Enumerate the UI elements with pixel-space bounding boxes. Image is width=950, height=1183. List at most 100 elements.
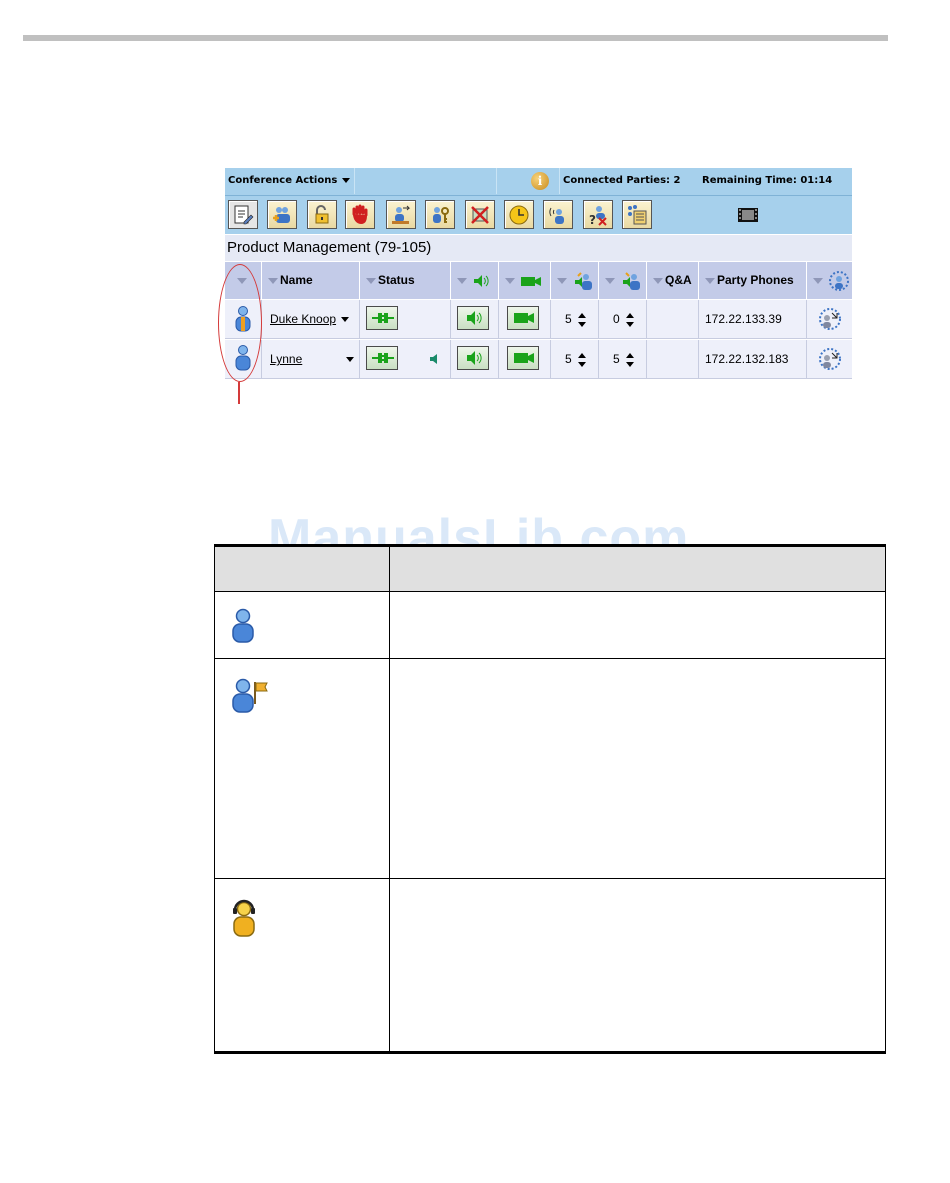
connected-plug-icon (372, 353, 394, 363)
add-participants-icon (273, 207, 290, 223)
stop-hand-icon (352, 204, 368, 224)
participants-table-header: Name Status Q&A Party Phones (225, 262, 852, 299)
column-status[interactable]: Status (360, 262, 451, 299)
table-border (885, 544, 886, 1054)
audio-cell (451, 300, 499, 338)
video-camera-icon (514, 313, 534, 323)
lock-icon (315, 205, 329, 224)
listen-volume-cell[interactable]: 5 (551, 300, 599, 338)
column-broadcast-volume[interactable] (599, 262, 647, 299)
column-name[interactable]: Name (262, 262, 360, 299)
participant-layout-icon[interactable] (818, 307, 842, 331)
sort-icon (366, 277, 376, 284)
conference-actions-label: Conference Actions (228, 175, 338, 186)
action-bar-blank (355, 168, 497, 194)
operator-headset-icon (233, 899, 255, 937)
column-listen-volume[interactable] (551, 262, 599, 299)
conference-action-bar: Conference Actions i Connected Parties: … (225, 168, 852, 196)
chevron-down-icon[interactable] (346, 357, 355, 363)
column-video[interactable] (499, 262, 551, 299)
page-top-rule (23, 35, 888, 41)
column-qa[interactable]: Q&A (647, 262, 699, 299)
chevron-down-icon[interactable] (341, 317, 350, 323)
disconnect-icon (471, 206, 489, 224)
participant-type-highlight (218, 264, 262, 382)
qa-cell (647, 340, 699, 378)
info-icon[interactable]: i (531, 172, 549, 190)
remaining-time: Remaining Time: 01:14 (702, 175, 833, 186)
stop-button[interactable] (345, 200, 375, 229)
sort-icon (457, 277, 467, 284)
chevron-down-icon (342, 177, 351, 183)
video-cell (499, 300, 551, 338)
layout-button[interactable] (622, 200, 652, 229)
sort-icon (813, 277, 823, 284)
party-phone-cell: 172.22.133.39 (699, 300, 807, 338)
up-down-arrows-icon[interactable] (625, 352, 634, 367)
participant-layout-icon[interactable] (818, 347, 842, 371)
add-participants-button[interactable] (267, 200, 297, 229)
column-name-label: Name (280, 273, 313, 287)
broadcast-participant-button[interactable] (543, 200, 573, 229)
svg-text:?: ? (589, 213, 596, 226)
listen-volume-cell[interactable]: 5 (551, 340, 599, 378)
extend-time-button[interactable] (504, 200, 534, 229)
qa-cell (647, 300, 699, 338)
column-party-phones-label: Party Phones (717, 273, 794, 287)
participant-name-link[interactable]: Duke Knoop (270, 312, 336, 326)
callout-line (238, 382, 240, 404)
participant-icon (232, 608, 254, 643)
layout-cell (807, 300, 852, 338)
connection-status-button[interactable] (366, 346, 398, 370)
participant-with-flag-icon (232, 678, 268, 713)
party-phone-cell: 172.22.132.183 (699, 340, 807, 378)
broadcast-volume-cell[interactable]: 5 (599, 340, 647, 378)
listen-volume-icon (575, 272, 593, 290)
up-down-arrows-icon[interactable] (625, 312, 634, 327)
column-layout[interactable] (807, 262, 852, 299)
edit-properties-button[interactable] (228, 200, 258, 229)
mute-audio-button[interactable] (457, 306, 489, 330)
connection-status-button[interactable] (366, 306, 398, 330)
participant-key-button[interactable] (425, 200, 455, 229)
row-divider (214, 658, 886, 659)
connected-parties: Connected Parties: 2 (563, 175, 681, 186)
film-icon[interactable] (738, 208, 758, 222)
broadcast-volume-cell[interactable]: 0 (599, 300, 647, 338)
move-participant-button[interactable] (386, 200, 416, 229)
broadcast-volume-icon (623, 272, 641, 290)
move-participant-icon (392, 205, 411, 224)
up-down-arrows-icon[interactable] (577, 352, 586, 367)
sort-icon (653, 277, 663, 284)
suspend-video-button[interactable] (507, 306, 539, 330)
help-participant-button[interactable]: ? (583, 200, 613, 229)
video-camera-icon (514, 353, 534, 363)
column-divider (389, 544, 390, 1052)
participant-key-icon (433, 207, 449, 223)
help-participant-icon: ? (589, 206, 607, 226)
speaking-indicator-icon (430, 354, 437, 364)
listen-volume-value: 5 (565, 352, 572, 366)
conference-actions-menu[interactable]: Conference Actions (225, 168, 355, 194)
speaker-icon (467, 311, 482, 325)
disconnect-all-button[interactable] (465, 200, 495, 229)
suspend-video-button[interactable] (507, 346, 539, 370)
lock-conference-button[interactable] (307, 200, 337, 229)
participant-row[interactable]: Duke Knoop 5 0 172.22.133.39 (225, 300, 852, 339)
edit-properties-icon (234, 205, 254, 225)
reference-table-header (214, 544, 886, 591)
up-down-arrows-icon[interactable] (577, 312, 586, 327)
broadcast-volume-value: 0 (613, 312, 620, 326)
participant-name-link[interactable]: Lynne (270, 352, 302, 366)
sort-icon (705, 277, 715, 284)
mute-audio-button[interactable] (457, 346, 489, 370)
sort-icon (557, 277, 567, 284)
participant-row[interactable]: Lynne 5 5 172.22.132.183 (225, 340, 852, 379)
layout-icon (628, 205, 647, 225)
table-bottom-rule (214, 1051, 886, 1054)
listen-volume-value: 5 (565, 312, 572, 326)
row-divider (214, 591, 886, 592)
column-party-phones[interactable]: Party Phones (699, 262, 807, 299)
column-audio[interactable] (451, 262, 499, 299)
row-divider (214, 878, 886, 879)
